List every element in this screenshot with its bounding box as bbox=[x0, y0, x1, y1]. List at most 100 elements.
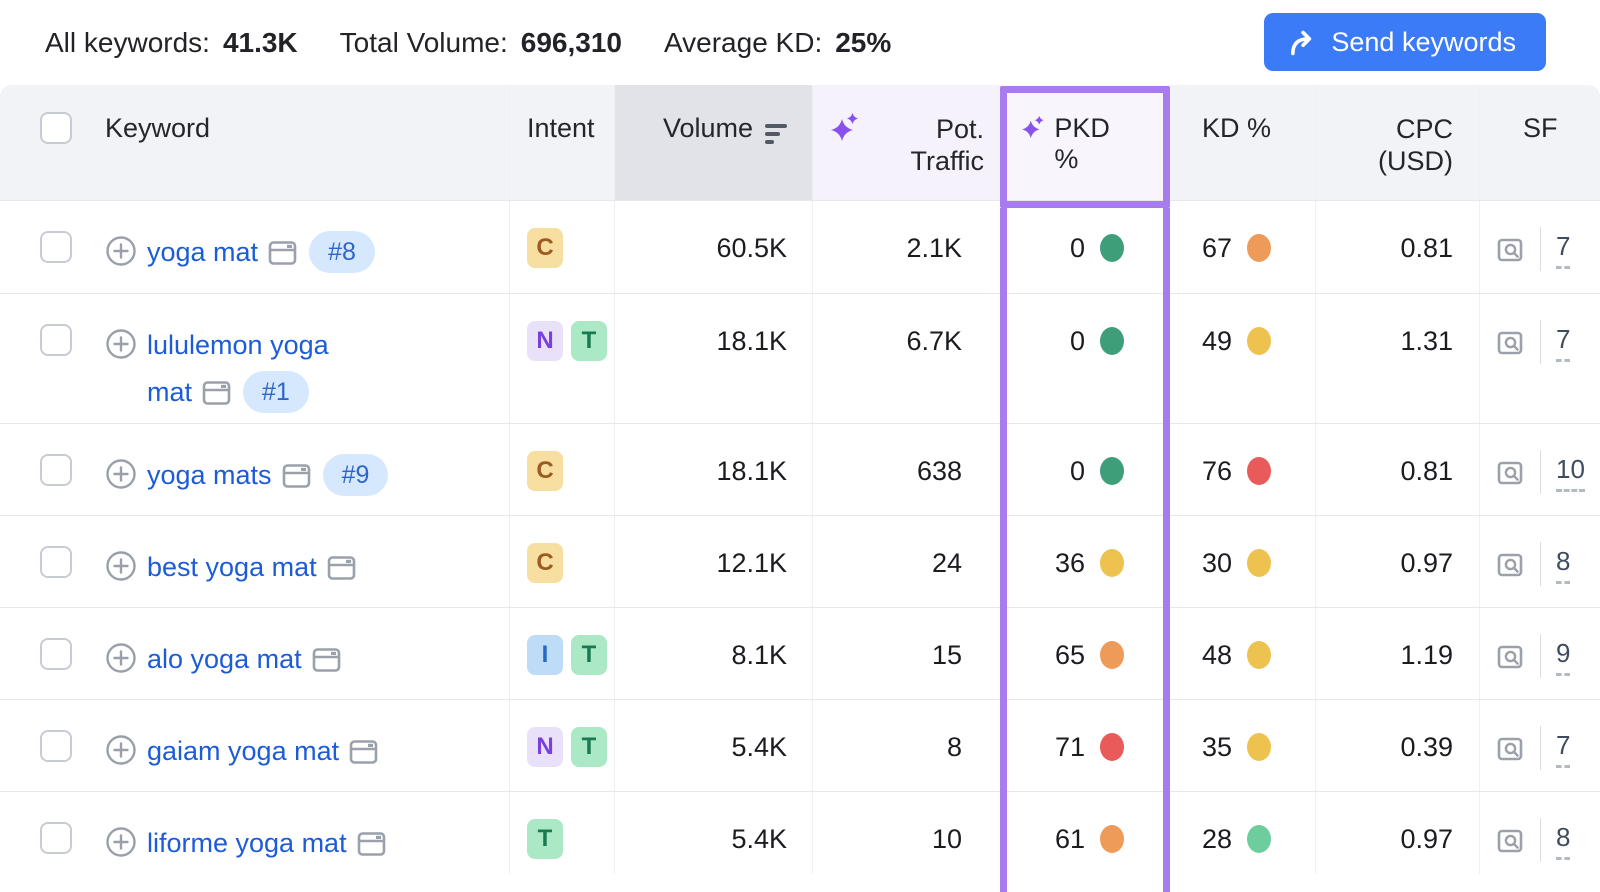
serp-preview-icon[interactable] bbox=[357, 830, 386, 858]
serp-preview-icon[interactable] bbox=[268, 239, 297, 267]
divider bbox=[1540, 542, 1541, 586]
cpc-header-label: CPC (USD) bbox=[1378, 113, 1453, 177]
intent-badge: N bbox=[527, 727, 563, 767]
sf-count[interactable]: 7 bbox=[1556, 730, 1570, 768]
divider bbox=[1540, 450, 1541, 494]
kd-score-dot bbox=[1247, 457, 1271, 485]
column-header-pot-traffic: Pot. Traffic bbox=[813, 85, 1000, 200]
volume-value: 8.1K bbox=[731, 638, 787, 672]
table-row: best yoga mat C 12.1K 24 36 30 0.97 8 bbox=[0, 515, 1600, 607]
row-checkbox[interactable] bbox=[40, 638, 72, 670]
all-keywords-label: All keywords: bbox=[45, 27, 210, 59]
position-badge[interactable]: #8 bbox=[309, 231, 375, 273]
total-volume-value: 696,310 bbox=[521, 27, 622, 59]
serp-preview-icon[interactable] bbox=[202, 379, 231, 407]
select-all-checkbox[interactable] bbox=[40, 112, 72, 144]
table-row: liforme yoga mat T 5.4K 10 61 28 0.97 8 bbox=[0, 791, 1600, 874]
pkd-score-dot bbox=[1100, 327, 1124, 355]
divider bbox=[1540, 320, 1541, 364]
serp-features-icon[interactable] bbox=[1495, 329, 1525, 357]
kd-score-dot bbox=[1247, 733, 1271, 761]
serp-preview-icon[interactable] bbox=[327, 554, 356, 582]
kd-value: 76 bbox=[1202, 454, 1232, 488]
sf-count[interactable]: 8 bbox=[1556, 546, 1570, 584]
sf-count[interactable]: 8 bbox=[1556, 822, 1570, 860]
column-header-keyword: Keyword bbox=[90, 85, 510, 200]
cpc-value: 1.31 bbox=[1400, 324, 1453, 358]
pkd-value: 0 bbox=[1070, 324, 1085, 358]
kd-score-dot bbox=[1247, 641, 1271, 669]
row-checkbox[interactable] bbox=[40, 822, 72, 854]
keyword-link[interactable]: best yoga mat bbox=[147, 552, 317, 582]
kd-value: 35 bbox=[1202, 730, 1232, 764]
kd-score-dot bbox=[1247, 234, 1271, 262]
average-kd-value: 25% bbox=[835, 27, 891, 59]
pkd-score-dot bbox=[1100, 825, 1124, 853]
volume-header-label: Volume bbox=[663, 113, 753, 144]
sort-descending-icon[interactable] bbox=[765, 124, 787, 144]
pot-traffic-value: 10 bbox=[932, 822, 962, 856]
keyword-link[interactable]: gaiam yoga mat bbox=[147, 736, 339, 766]
expand-plus-icon[interactable] bbox=[105, 235, 137, 267]
ai-sparkle-icon bbox=[1022, 113, 1044, 141]
table-row: yoga mat#8 C 60.5K 2.1K 0 67 0.81 7 bbox=[0, 200, 1600, 293]
send-keywords-button[interactable]: Send keywords bbox=[1264, 13, 1546, 71]
cpc-value: 0.81 bbox=[1400, 454, 1453, 488]
volume-value: 5.4K bbox=[731, 730, 787, 764]
position-badge[interactable]: #1 bbox=[243, 371, 309, 413]
sf-count[interactable]: 10 bbox=[1556, 454, 1585, 492]
serp-features-icon[interactable] bbox=[1495, 459, 1525, 487]
pkd-value: 61 bbox=[1055, 822, 1085, 856]
pkd-value: 65 bbox=[1055, 638, 1085, 672]
column-header-pkd: PKD % bbox=[1000, 85, 1170, 200]
serp-features-icon[interactable] bbox=[1495, 735, 1525, 763]
intent-badge: N bbox=[527, 321, 563, 361]
serp-features-icon[interactable] bbox=[1495, 827, 1525, 855]
pot-traffic-value: 638 bbox=[917, 454, 962, 488]
serp-features-icon[interactable] bbox=[1495, 236, 1525, 264]
ai-sparkle-icon bbox=[831, 113, 859, 141]
serp-features-icon[interactable] bbox=[1495, 643, 1525, 671]
volume-value: 60.5K bbox=[716, 231, 787, 265]
sf-count[interactable]: 9 bbox=[1556, 638, 1570, 676]
keyword-link[interactable]: liforme yoga mat bbox=[147, 828, 347, 858]
cpc-value: 0.39 bbox=[1400, 730, 1453, 764]
row-checkbox[interactable] bbox=[40, 324, 72, 356]
expand-plus-icon[interactable] bbox=[105, 550, 137, 582]
serp-preview-icon[interactable] bbox=[349, 738, 378, 766]
keyword-link[interactable]: alo yoga mat bbox=[147, 644, 302, 674]
serp-preview-icon[interactable] bbox=[312, 646, 341, 674]
volume-value: 5.4K bbox=[731, 822, 787, 856]
expand-plus-icon[interactable] bbox=[105, 826, 137, 858]
position-badge[interactable]: #9 bbox=[323, 454, 389, 496]
pkd-value: 36 bbox=[1055, 546, 1085, 580]
row-checkbox[interactable] bbox=[40, 231, 72, 263]
row-checkbox[interactable] bbox=[40, 546, 72, 578]
kd-value: 48 bbox=[1202, 638, 1232, 672]
sf-count[interactable]: 7 bbox=[1556, 231, 1570, 269]
pkd-score-dot bbox=[1100, 549, 1124, 577]
column-header-kd: KD % bbox=[1170, 85, 1316, 200]
average-kd-stat: Average KD: 25% bbox=[664, 27, 891, 59]
pot-traffic-value: 15 bbox=[932, 638, 962, 672]
expand-plus-icon[interactable] bbox=[105, 328, 137, 360]
table-row: lululemon yoga mat#1 N T 18.1K 6.7K 0 49… bbox=[0, 293, 1600, 423]
table-row: gaiam yoga mat N T 5.4K 8 71 35 0.39 7 bbox=[0, 699, 1600, 791]
pkd-value: 0 bbox=[1070, 454, 1085, 488]
keyword-link[interactable]: yoga mat bbox=[147, 237, 258, 267]
expand-plus-icon[interactable] bbox=[105, 734, 137, 766]
expand-plus-icon[interactable] bbox=[105, 642, 137, 674]
row-checkbox[interactable] bbox=[40, 730, 72, 762]
row-checkbox[interactable] bbox=[40, 454, 72, 486]
all-keywords-value: 41.3K bbox=[223, 27, 298, 59]
divider bbox=[1540, 818, 1541, 862]
intent-badge: T bbox=[571, 635, 607, 675]
serp-preview-icon[interactable] bbox=[282, 462, 311, 490]
column-header-intent: Intent bbox=[510, 85, 615, 200]
serp-features-icon[interactable] bbox=[1495, 551, 1525, 579]
column-header-volume[interactable]: Volume bbox=[615, 85, 813, 200]
expand-plus-icon[interactable] bbox=[105, 458, 137, 490]
kd-score-dot bbox=[1247, 549, 1271, 577]
sf-count[interactable]: 7 bbox=[1556, 324, 1570, 362]
keyword-link[interactable]: yoga mats bbox=[147, 460, 272, 490]
